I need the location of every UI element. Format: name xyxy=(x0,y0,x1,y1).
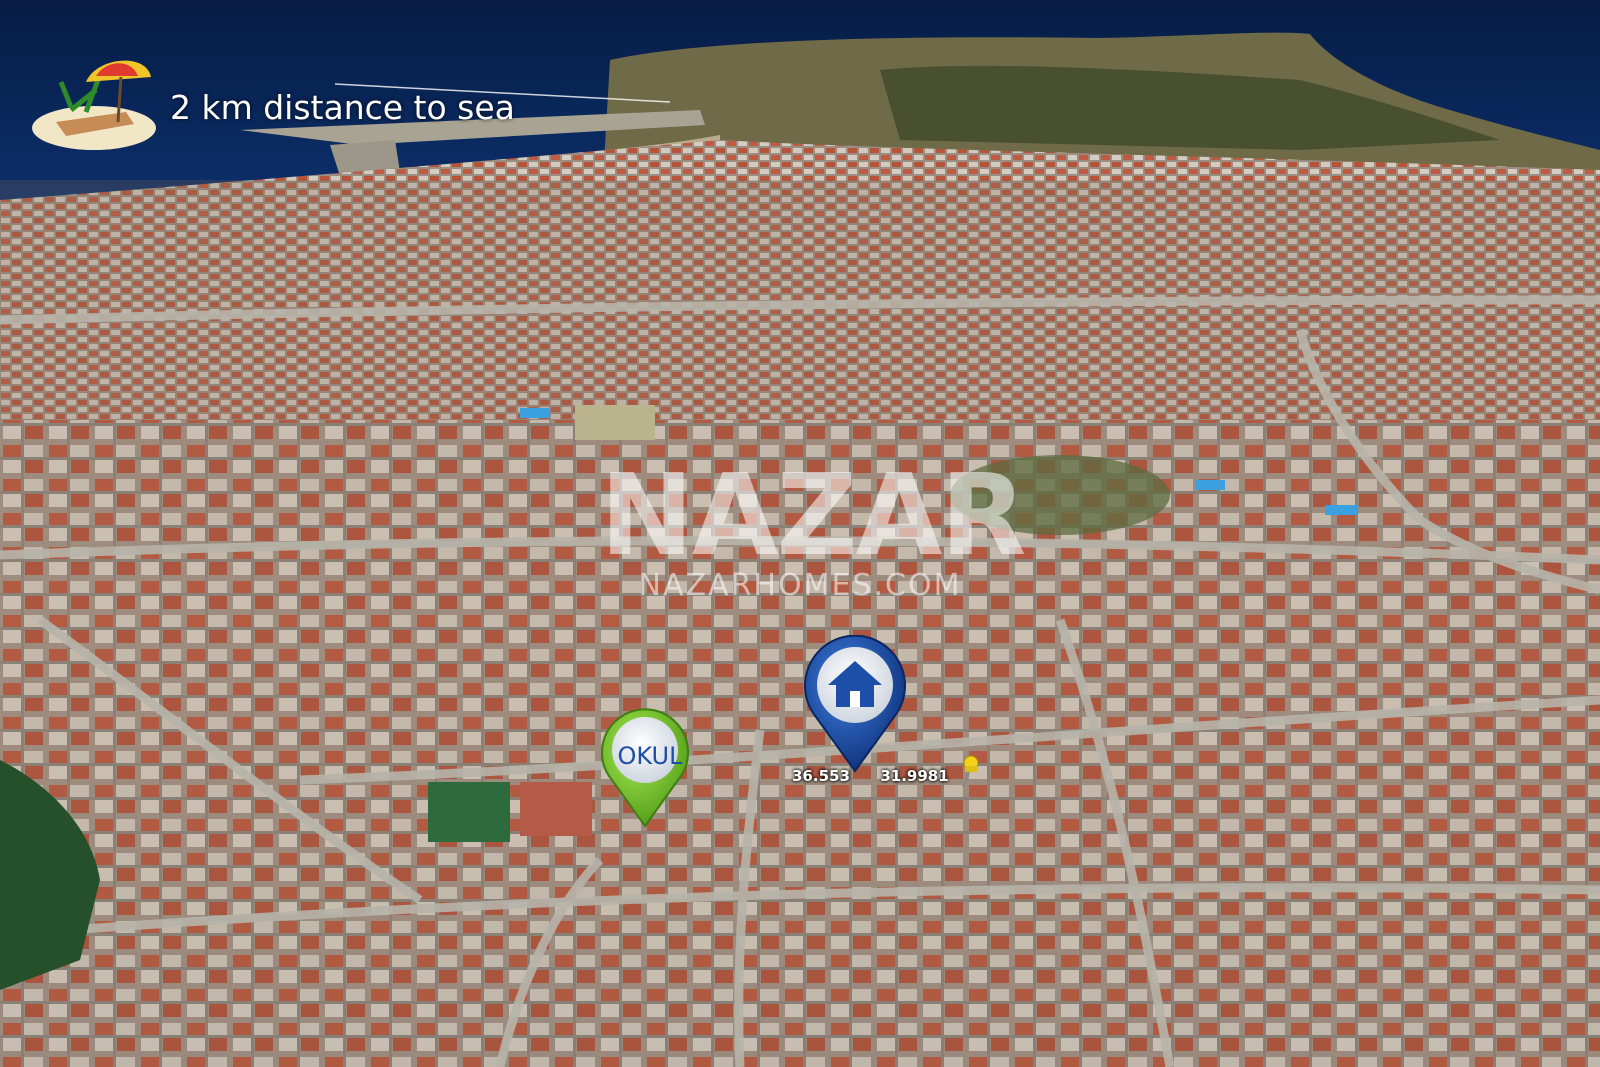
coordinate-lat: 36.553 xyxy=(792,767,850,785)
watermark-url: NAZARHOMES.COM xyxy=(638,568,962,603)
watermark: NAZAR NAZARHOMES.COM xyxy=(600,451,1027,603)
coordinates-readout: 36.553 31.9981 xyxy=(792,767,949,785)
school-pin-label: OKUL xyxy=(617,742,683,770)
pushpin-icon[interactable] xyxy=(955,754,985,790)
sea-distance-label: 2 km distance to sea xyxy=(170,88,515,127)
satellite-map[interactable]: 2 km distance to sea NAZAR NAZARHOMES.CO… xyxy=(0,0,1600,1067)
beach-umbrella-icon xyxy=(32,60,156,150)
watermark-logo: NAZAR xyxy=(600,451,1027,581)
coordinate-lon: 31.9981 xyxy=(880,767,949,785)
home-pin-icon[interactable] xyxy=(800,635,910,775)
